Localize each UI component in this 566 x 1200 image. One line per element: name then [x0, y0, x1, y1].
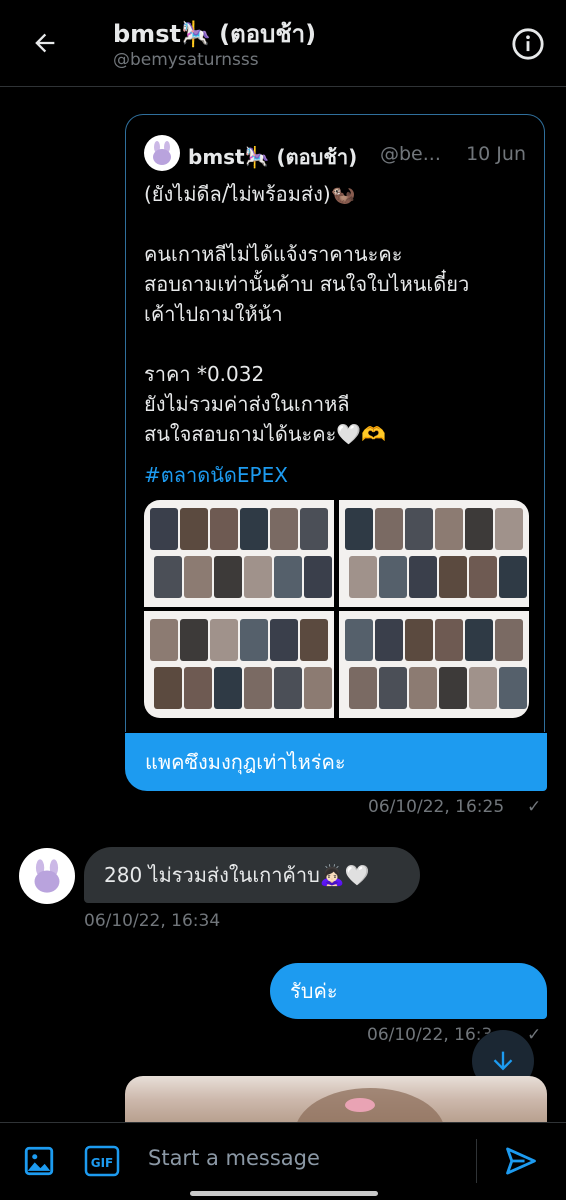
photocard-thumbnail	[300, 508, 328, 550]
send-button[interactable]	[503, 1143, 539, 1179]
photocard-thumbnail	[240, 508, 268, 550]
quoted-tweet-handle: @be...	[380, 143, 441, 165]
photocard-thumbnail	[274, 556, 302, 598]
photocard-thumbnail	[270, 619, 298, 661]
photocard-thumbnail	[495, 619, 523, 661]
photocard-thumbnail	[439, 556, 467, 598]
conversation-header: bmst🎠 (ตอบช้า) @bemysaturnsss	[0, 0, 566, 86]
bunny-avatar-icon	[153, 141, 171, 165]
photocard-thumbnail	[465, 508, 493, 550]
message-timestamp: 06/10/22, 16:25	[368, 797, 505, 817]
add-image-button[interactable]	[21, 1143, 57, 1179]
photocard-thumbnail	[184, 667, 212, 709]
photocard-thumbnail	[304, 667, 332, 709]
header-divider	[0, 86, 566, 87]
arrow-left-icon	[35, 33, 55, 53]
message-bubble-outgoing[interactable]: รับค่ะ	[270, 963, 547, 1019]
home-indicator[interactable]	[190, 1191, 378, 1196]
gif-label: GIF	[91, 1156, 114, 1170]
photocard-thumbnail	[375, 619, 403, 661]
photo-card-sheet-1[interactable]	[144, 500, 334, 607]
photocard-thumbnail	[180, 508, 208, 550]
photocard-thumbnail	[274, 667, 302, 709]
photocard-thumbnail	[465, 619, 493, 661]
composer-divider	[476, 1139, 477, 1183]
quoted-tweet-card[interactable]: bmst🎠 (ตอบช้า) @be... 10 Jun (ยังไม่ดีล/…	[125, 114, 545, 732]
quoted-tweet-date: 10 Jun	[466, 143, 526, 165]
photocard-thumbnail	[150, 508, 178, 550]
avatar	[144, 135, 180, 171]
photocard-thumbnail	[244, 667, 272, 709]
avatar[interactable]	[19, 848, 75, 904]
conversation-handle: @bemysaturnsss	[113, 50, 259, 70]
photocard-thumbnail	[345, 508, 373, 550]
photocard-thumbnail	[210, 619, 238, 661]
message-timestamp: 06/10/22, 16:34	[84, 911, 221, 931]
photocard-thumbnail	[270, 508, 298, 550]
photocard-thumbnail	[345, 619, 373, 661]
message-bubble-outgoing[interactable]: แพคซึงมงกุฎเท่าไหร่คะ	[125, 733, 547, 791]
quoted-tweet-text: (ยังไม่ดีล/ไม่พร้อมส่ง)🦦 คนเกาหลีไม่ได้แ…	[144, 182, 470, 446]
quoted-tweet-name: bmst🎠 (ตอบช้า)	[188, 145, 358, 169]
photocard-thumbnail	[379, 556, 407, 598]
message-bubble-incoming[interactable]: 280 ไม่รวมส่งในเกาค้าบ🙇🏻‍♀️🤍	[84, 847, 420, 903]
info-icon	[512, 28, 544, 60]
photocard-thumbnail	[469, 667, 497, 709]
photocard-thumbnail	[150, 619, 178, 661]
bunny-avatar-icon	[34, 859, 60, 893]
photocard-thumbnail	[154, 667, 182, 709]
photocard-thumbnail	[154, 556, 182, 598]
photocard-thumbnail	[409, 556, 437, 598]
photocard-thumbnail	[435, 619, 463, 661]
photo-card-sheet-2[interactable]	[339, 500, 529, 607]
photo-card-sheet-4[interactable]	[339, 611, 529, 718]
message-composer: GIF	[0, 1122, 566, 1200]
image-detail	[345, 1098, 375, 1112]
photocard-thumbnail	[439, 667, 467, 709]
photocard-thumbnail	[240, 619, 268, 661]
image-icon	[24, 1146, 54, 1176]
message-image-attachment[interactable]	[125, 1076, 547, 1122]
photocard-thumbnail	[304, 556, 332, 598]
photocard-thumbnail	[214, 556, 242, 598]
photocard-thumbnail	[499, 556, 527, 598]
back-button[interactable]	[24, 22, 66, 64]
photocard-thumbnail	[409, 667, 437, 709]
photocard-thumbnail	[499, 667, 527, 709]
photocard-thumbnail	[405, 619, 433, 661]
photocard-thumbnail	[300, 619, 328, 661]
photocard-thumbnail	[405, 508, 433, 550]
arrow-down-icon	[493, 1051, 513, 1071]
photocard-thumbnail	[375, 508, 403, 550]
message-input[interactable]	[134, 1135, 478, 1181]
photo-grid	[144, 500, 529, 718]
sent-check-icon: ✓	[527, 1025, 542, 1045]
photocard-thumbnail	[244, 556, 272, 598]
photocard-thumbnail	[349, 667, 377, 709]
photocard-thumbnail	[379, 667, 407, 709]
photocard-thumbnail	[469, 556, 497, 598]
add-gif-button[interactable]: GIF	[84, 1143, 120, 1179]
photo-card-sheet-3[interactable]	[144, 611, 334, 718]
sent-check-icon: ✓	[527, 797, 542, 817]
gif-icon: GIF	[84, 1145, 120, 1177]
conversation-title[interactable]: bmst🎠 (ตอบช้า)	[113, 14, 316, 53]
photocard-thumbnail	[210, 508, 238, 550]
photocard-thumbnail	[184, 556, 212, 598]
info-button[interactable]	[508, 24, 548, 64]
message-timestamp: 06/10/22, 16:3	[367, 1025, 493, 1045]
photocard-thumbnail	[349, 556, 377, 598]
photocard-thumbnail	[180, 619, 208, 661]
hashtag-link[interactable]: #ตลาดนัดEPEX	[144, 459, 288, 491]
photocard-thumbnail	[435, 508, 463, 550]
photocard-thumbnail	[495, 508, 523, 550]
photocard-thumbnail	[214, 667, 242, 709]
send-icon	[506, 1147, 536, 1175]
